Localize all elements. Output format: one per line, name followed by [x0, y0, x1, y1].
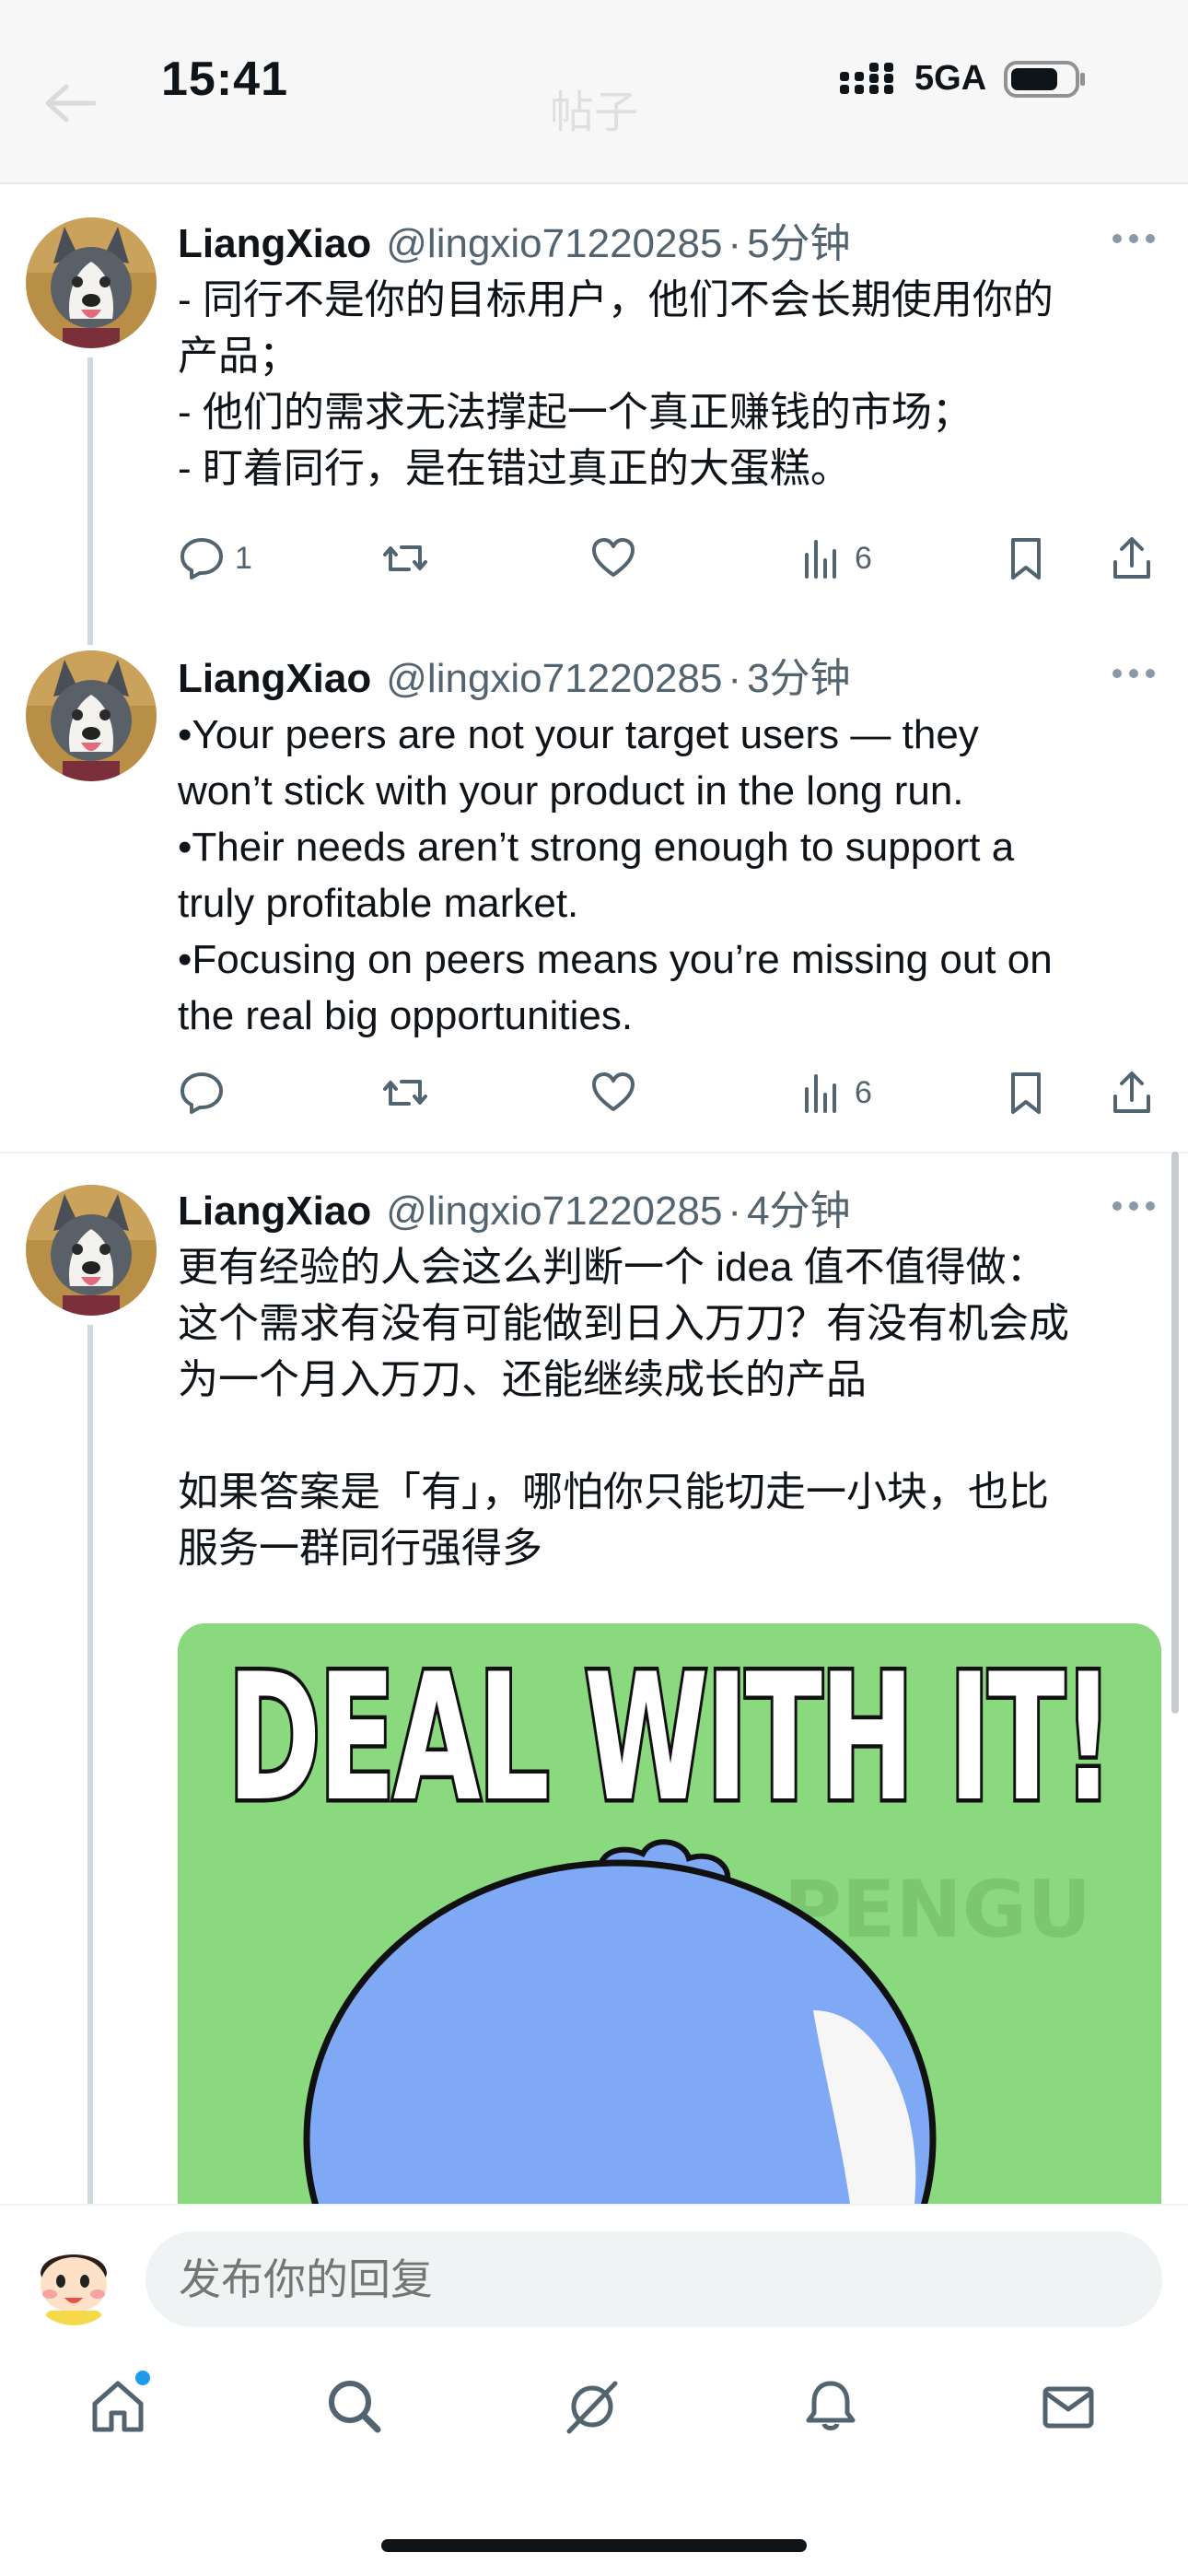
reply-input[interactable]	[146, 2231, 1162, 2327]
tab-search[interactable]	[318, 2370, 391, 2443]
home-indicator[interactable]	[381, 2539, 807, 2552]
thread-line	[87, 1325, 93, 2204]
tweet-header: LiangXiao @lingxio71220285 · 4分钟	[178, 1177, 851, 1236]
deal-with-it-gif: DEAL WITH IT! PENGU	[178, 1623, 1161, 2204]
user-avatar[interactable]	[28, 2233, 120, 2325]
tab-grok[interactable]	[555, 2370, 629, 2443]
separator-dot: ·	[728, 1188, 742, 1234]
tweet[interactable]: LiangXiao @lingxio71220285 · 4分钟 更有经验的人会…	[0, 0, 1188, 2204]
new-content-badge	[135, 2371, 150, 2385]
home-icon	[92, 2381, 144, 2432]
husky-avatar-image	[26, 1185, 157, 1316]
author-name[interactable]: LiangXiao	[178, 1188, 371, 1235]
avatar[interactable]	[26, 1185, 157, 1316]
more-options-icon[interactable]	[1112, 1200, 1155, 1212]
tweet-text: 更有经验的人会这么判断一个 idea 值不值得做： 这个需求有没有可能做到日入万…	[178, 1239, 1154, 1576]
tweet-text-content: 更有经验的人会这么判断一个 idea 值不值得做： 这个需求有没有可能做到日入万…	[178, 1245, 1069, 1571]
notifications-icon	[806, 2381, 856, 2430]
tweet-time: 4分钟	[747, 1188, 851, 1234]
grok-icon	[566, 2381, 618, 2434]
search-icon	[329, 2381, 381, 2433]
scrollbar[interactable]	[1171, 1152, 1179, 1714]
crayon-shin-chan-avatar-image	[28, 2233, 120, 2325]
media-caption: DEAL WITH IT!	[227, 1636, 1112, 1840]
tab-notifications[interactable]	[794, 2370, 868, 2443]
messages-icon	[1042, 2386, 1094, 2429]
tweet-media-image[interactable]: DEAL WITH IT! PENGU	[178, 1623, 1161, 2204]
tab-messages[interactable]	[1031, 2370, 1105, 2443]
author-handle[interactable]: @lingxio71220285	[386, 1188, 722, 1235]
reply-bar	[0, 2204, 1188, 2342]
